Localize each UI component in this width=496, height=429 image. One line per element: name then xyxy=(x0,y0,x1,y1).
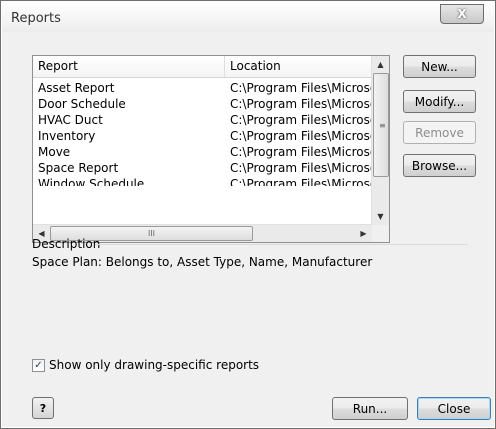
report-name: Move xyxy=(38,145,71,159)
list-item[interactable]: Inventory C:\Program Files\Microsof xyxy=(33,128,373,144)
vertical-scrollbar[interactable]: ▲ ≡ ▼ xyxy=(371,56,389,225)
report-name: Window Schedule xyxy=(38,177,145,186)
drawing-specific-checkbox-label[interactable]: Show only drawing-specific reports xyxy=(49,358,259,372)
report-location: C:\Program Files\Microsof xyxy=(230,145,373,159)
dialog-title: Reports xyxy=(11,11,61,26)
report-location: C:\Program Files\Microsof xyxy=(230,97,373,111)
check-icon: ✓ xyxy=(34,360,43,371)
description-label: Description xyxy=(32,237,101,251)
new-button[interactable]: New... xyxy=(403,55,476,78)
report-name: Asset Report xyxy=(38,81,115,95)
list-item[interactable]: Move C:\Program Files\Microsof xyxy=(33,144,373,160)
run-button[interactable]: Run... xyxy=(332,397,408,420)
scrollbar-corner xyxy=(372,225,389,242)
list-item[interactable]: HVAC Duct C:\Program Files\Microsof xyxy=(33,112,373,128)
close-button[interactable]: Close xyxy=(417,397,491,420)
title-bar: Reports X xyxy=(2,2,494,32)
report-name: Door Schedule xyxy=(38,97,126,111)
grip-icon: III xyxy=(147,229,156,238)
dialog-content: Report Location Asset Report C:\Program … xyxy=(2,32,494,427)
list-header: Report Location xyxy=(33,56,373,78)
report-location: C:\Program Files\Microsof xyxy=(230,161,373,175)
list-item[interactable]: Window Schedule C:\Program Files\Microso… xyxy=(33,176,373,186)
list-item[interactable]: Door Schedule C:\Program Files\Microsof xyxy=(33,96,373,112)
drawing-specific-checkbox[interactable]: ✓ xyxy=(32,359,45,372)
vertical-scroll-thumb[interactable]: ≡ xyxy=(373,73,389,177)
column-header-location[interactable]: Location xyxy=(225,56,373,77)
report-location: C:\Program Files\Microsof xyxy=(230,113,373,127)
report-location: C:\Program Files\Microsof xyxy=(230,81,373,95)
list-item[interactable]: Asset Report C:\Program Files\Microsof xyxy=(33,80,373,96)
reports-list[interactable]: Report Location Asset Report C:\Program … xyxy=(32,55,390,243)
report-name: HVAC Duct xyxy=(38,113,103,127)
description-text: Space Plan: Belongs to, Asset Type, Name… xyxy=(32,255,373,269)
modify-button[interactable]: Modify... xyxy=(403,90,476,113)
report-name: Inventory xyxy=(38,129,96,143)
close-icon: X xyxy=(457,7,467,21)
reports-dialog: Reports X Report Location Asset Report C… xyxy=(0,0,496,429)
scroll-down-icon[interactable]: ▼ xyxy=(372,208,389,225)
scroll-up-icon[interactable]: ▲ xyxy=(372,56,389,73)
grip-icon: ≡ xyxy=(379,121,386,130)
report-name: Space Report xyxy=(38,161,119,175)
report-location: C:\Program Files\Microsof xyxy=(230,129,373,143)
help-button[interactable]: ? xyxy=(32,397,54,419)
scroll-right-icon[interactable]: ▶ xyxy=(355,225,372,242)
browse-button[interactable]: Browse... xyxy=(403,154,476,177)
description-divider xyxy=(95,244,468,245)
remove-button[interactable]: Remove xyxy=(403,121,476,144)
help-icon: ? xyxy=(39,401,47,415)
list-item[interactable]: Space Report C:\Program Files\Microsof xyxy=(33,160,373,176)
report-location: C:\Program Files\Microsof xyxy=(230,177,373,186)
close-window-button[interactable]: X xyxy=(440,4,484,24)
column-header-report[interactable]: Report xyxy=(33,56,225,77)
